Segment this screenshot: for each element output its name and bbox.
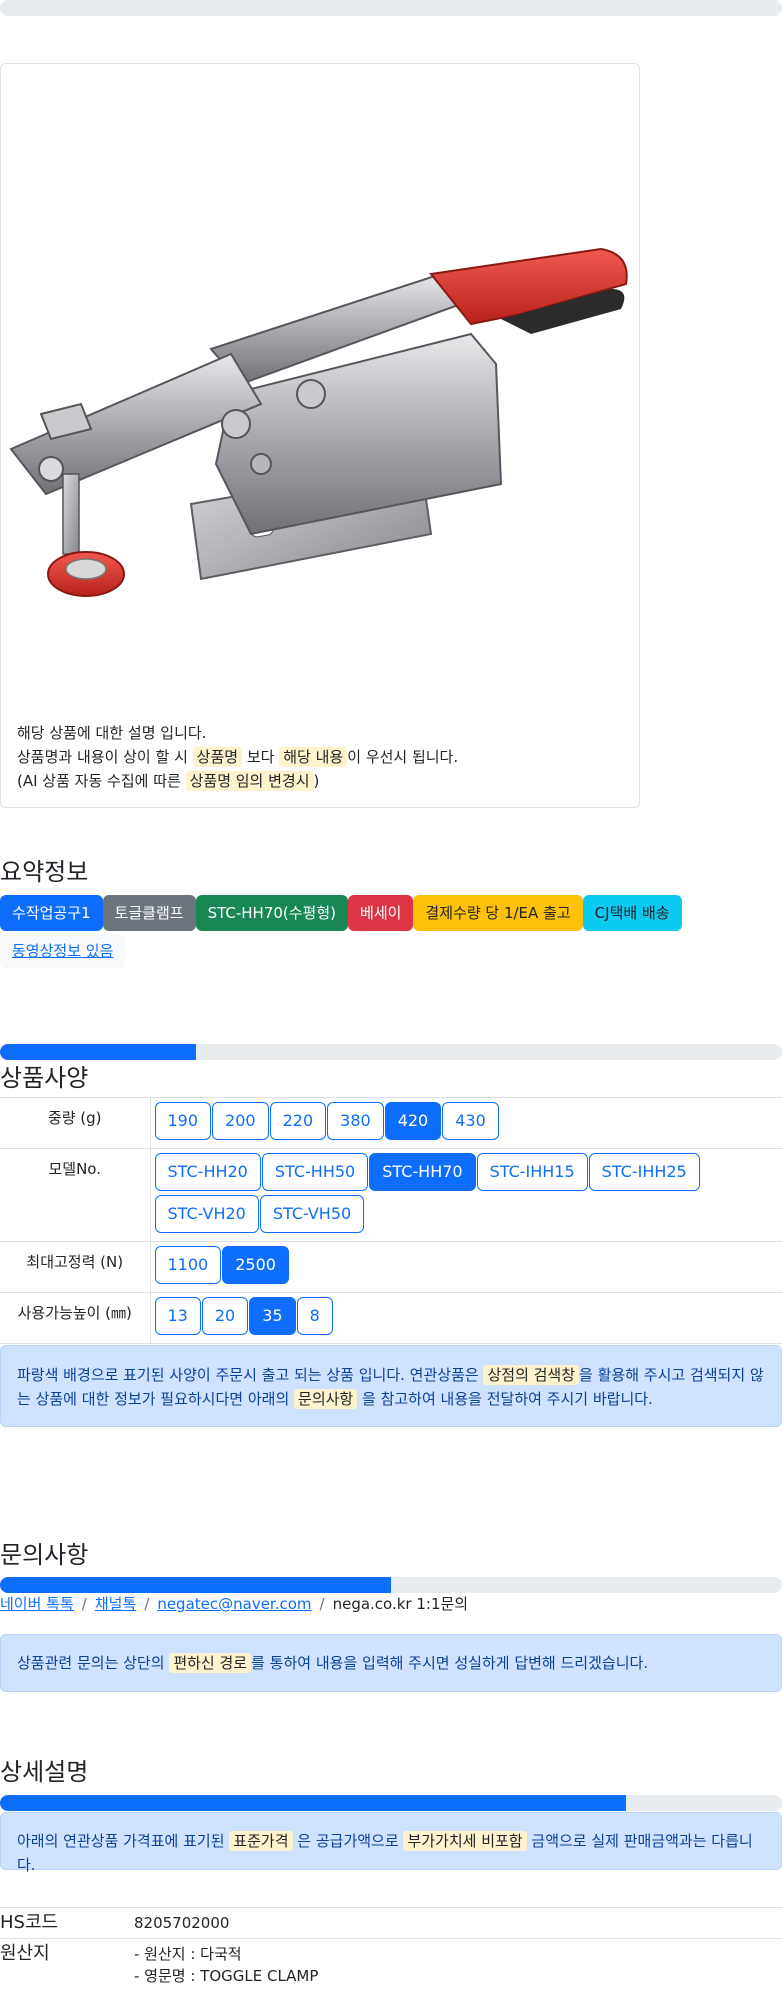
product-description: 해당 상품에 대한 설명 입니다. 상품명과 내용이 상이 할 시 상품명 보다… bbox=[17, 721, 458, 793]
desc-text: 이 우선시 됩니다. bbox=[347, 748, 459, 766]
spec-option-button[interactable]: STC-IHH15 bbox=[476, 1153, 588, 1191]
highlight-name-change: 상품명 임의 변경시 bbox=[185, 771, 314, 791]
origin-line-2: - 영문명 : TOGGLE CLAMP bbox=[134, 1967, 319, 1985]
highlight-content: 해당 내용 bbox=[279, 747, 348, 767]
spec-option-button[interactable]: 8 bbox=[296, 1297, 333, 1335]
separator: / bbox=[319, 1595, 325, 1613]
summary-badge: CJ택배 배송 bbox=[582, 895, 682, 931]
spec-option-button[interactable]: 380 bbox=[327, 1102, 384, 1140]
desc-line-2: 상품명과 내용이 상이 할 시 상품명 보다 해당 내용 이 우선시 됩니다. bbox=[17, 745, 458, 769]
summary-badge: STC-HH70(수평형) bbox=[195, 895, 349, 931]
highlight-standard-price: 표준가격 bbox=[229, 1831, 293, 1851]
spec-option-button[interactable]: 13 bbox=[154, 1297, 201, 1335]
notice-text: 파랑색 배경으로 표기된 사양이 주문시 출고 되는 상품 입니다. 연관상품은 bbox=[17, 1366, 479, 1384]
desc-text: ) bbox=[313, 772, 320, 790]
spec-option-button[interactable]: STC-HH50 bbox=[261, 1153, 369, 1191]
spec-option-button[interactable]: STC-VH50 bbox=[259, 1195, 365, 1233]
separator: / bbox=[144, 1595, 150, 1613]
spec-options: 1100 2500 bbox=[150, 1241, 782, 1293]
channel-talk-link[interactable]: 채널톡 bbox=[95, 1595, 136, 1613]
inquiry-progress-bar bbox=[0, 1577, 782, 1593]
info-row-origin: 원산지 - 원산지 : 다국적 - 영문명 : TOGGLE CLAMP bbox=[0, 1938, 782, 1990]
detail-notice: 아래의 연관상품 가격표에 표기된 표준가격 은 공급가액으로 부가가치세 비포… bbox=[0, 1812, 782, 1874]
desc-line-1: 해당 상품에 대한 설명 입니다. bbox=[17, 724, 207, 742]
specs-title: 상품사양 bbox=[0, 1064, 89, 1092]
hs-code-value: 8205702000 bbox=[134, 1907, 782, 1939]
desc-text: 보다 bbox=[246, 748, 275, 766]
summary-badges: 수작업공구1 토글클램프 STC-HH70(수평형) 베세이 결제수량 당 1/EA 출… bbox=[0, 895, 682, 931]
highlight-route: 편하신 경로 bbox=[169, 1653, 252, 1673]
spec-option-button[interactable]: 420 bbox=[384, 1102, 442, 1140]
naver-talk-link[interactable]: 네이버 톡톡 bbox=[0, 1595, 74, 1613]
spec-options: STC-HH20 STC-HH50 STC-HH70 STC-IHH15 STC-IHH… bbox=[150, 1148, 782, 1242]
top-progress-bar bbox=[0, 0, 782, 16]
spec-row: 중량 (g) 190 200 220 380 420 430 bbox=[0, 1097, 782, 1149]
spec-option-button[interactable]: 200 bbox=[212, 1102, 269, 1140]
origin-label: 원산지 bbox=[0, 1938, 134, 1990]
spec-label: 모델No. bbox=[0, 1148, 151, 1242]
inquiry-notice: 상품관련 문의는 상단의 편하신 경로 를 통하여 내용을 입력해 주시면 성실하… bbox=[0, 1634, 782, 1692]
summary-badge: 결제수량 당 1/EA 출고 bbox=[413, 895, 583, 931]
summary-title: 요약정보 bbox=[0, 858, 89, 886]
info-table: HS코드 8205702000 원산지 - 원산지 : 다국적 - 영문명 : … bbox=[0, 1907, 782, 1990]
spec-option-button[interactable]: STC-HH20 bbox=[154, 1153, 261, 1191]
detail-progress-bar bbox=[0, 1795, 782, 1811]
detail-title: 상세설명 bbox=[0, 1758, 89, 1786]
spec-options: 13 20 35 8 bbox=[150, 1292, 782, 1344]
detail-progress-fill bbox=[0, 1795, 626, 1811]
spec-option-button[interactable]: STC-VH20 bbox=[154, 1195, 259, 1233]
spec-row: 최대고정력 (N) 1100 2500 bbox=[0, 1241, 782, 1293]
notice-text: 을 참고하여 내용을 전달하여 주시기 바랍니다. bbox=[362, 1390, 653, 1408]
product-card: 해당 상품에 대한 설명 입니다. 상품명과 내용이 상이 할 시 상품명 보다… bbox=[0, 63, 640, 808]
highlight-inquiry: 문의사항 bbox=[294, 1389, 358, 1409]
spec-options: 190 200 220 380 420 430 bbox=[150, 1097, 782, 1149]
notice-text: 를 통하여 내용을 입력해 주시면 성실하게 답변해 드리겠습니다. bbox=[251, 1654, 649, 1672]
spec-table: 중량 (g) 190 200 220 380 420 430 모델No. STC-HH20 STC… bbox=[0, 1097, 782, 1344]
site-inquiry-text: nega.co.kr 1:1문의 bbox=[332, 1595, 469, 1613]
video-info-link[interactable]: 동영상정보 있음 bbox=[0, 934, 126, 968]
highlight-vat-excluded: 부가가치세 비포함 bbox=[403, 1831, 527, 1851]
inquiry-breadcrumb: 네이버 톡톡 / 채널톡 / negatec@naver.com / nega.co.kr … bbox=[0, 1593, 468, 1614]
spec-row: 사용가능높이 (㎜) 13 20 35 8 bbox=[0, 1292, 782, 1344]
spec-option-button[interactable]: 430 bbox=[442, 1102, 499, 1140]
highlight-product-name: 상품명 bbox=[192, 747, 243, 767]
spec-option-button[interactable]: 1100 bbox=[154, 1246, 222, 1284]
spec-label: 최대고정력 (N) bbox=[0, 1241, 151, 1293]
toggle-clamp-product-photo bbox=[9, 247, 628, 597]
desc-text: 상품명과 내용이 상이 할 시 bbox=[17, 748, 188, 766]
notice-text: 은 공급가액으로 bbox=[297, 1832, 399, 1850]
spec-option-button[interactable]: 35 bbox=[249, 1297, 296, 1335]
origin-value: - 원산지 : 다국적 - 영문명 : TOGGLE CLAMP bbox=[134, 1938, 782, 1990]
email-link[interactable]: negatec@naver.com bbox=[157, 1595, 311, 1613]
spec-option-button[interactable]: 20 bbox=[201, 1297, 249, 1335]
summary-badge: 토글클램프 bbox=[102, 895, 196, 931]
origin-line-1: - 원산지 : 다국적 bbox=[134, 1945, 242, 1963]
spec-row: 모델No. STC-HH20 STC-HH50 STC-HH70 STC-IHH15 ST… bbox=[0, 1148, 782, 1242]
notice-text: 아래의 연관상품 가격표에 표기된 bbox=[17, 1832, 225, 1850]
specs-notice: 파랑색 배경으로 표기된 사양이 주문시 출고 되는 상품 입니다. 연관상품은… bbox=[0, 1345, 782, 1427]
summary-badge: 베세이 bbox=[348, 895, 414, 931]
desc-text: (AI 상품 자동 수집에 따른 bbox=[17, 772, 181, 790]
spec-option-button[interactable]: 190 bbox=[154, 1102, 212, 1140]
summary-badge: 수작업공구1 bbox=[0, 895, 103, 931]
spec-option-button[interactable]: STC-HH70 bbox=[369, 1153, 476, 1191]
inquiry-title: 문의사항 bbox=[0, 1541, 89, 1569]
specs-progress-bar bbox=[0, 1044, 782, 1060]
info-row-hs: HS코드 8205702000 bbox=[0, 1907, 782, 1939]
desc-line-3: (AI 상품 자동 수집에 따른 상품명 임의 변경시) bbox=[17, 769, 458, 793]
hs-code-label: HS코드 bbox=[0, 1907, 134, 1939]
spec-label: 중량 (g) bbox=[0, 1097, 151, 1149]
inquiry-progress-fill bbox=[0, 1577, 391, 1593]
spec-option-button[interactable]: STC-IHH25 bbox=[588, 1153, 700, 1191]
separator: / bbox=[81, 1595, 87, 1613]
highlight-search: 상점의 검색창 bbox=[483, 1365, 580, 1385]
spec-option-button[interactable]: 2500 bbox=[222, 1246, 289, 1284]
spec-label: 사용가능높이 (㎜) bbox=[0, 1292, 151, 1344]
notice-text: 상품관련 문의는 상단의 bbox=[17, 1654, 165, 1672]
spec-option-button[interactable]: 220 bbox=[269, 1102, 327, 1140]
